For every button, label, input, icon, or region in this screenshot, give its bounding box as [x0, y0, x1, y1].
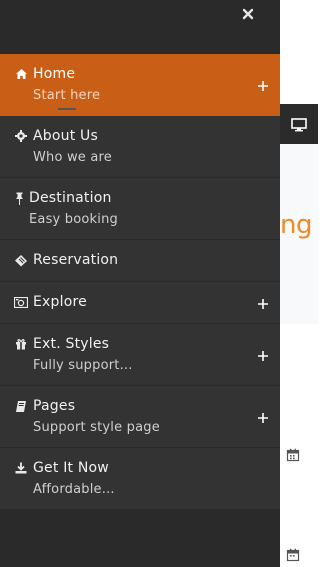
menu-item-label: Destination	[29, 190, 112, 206]
menu-item-ext-styles[interactable]: Ext. Styles Fully support...	[0, 324, 280, 386]
menu-item-pages[interactable]: Pages Support style page	[0, 386, 280, 448]
menu-item-label: Explore	[33, 294, 87, 310]
gear-icon	[14, 129, 28, 143]
menu-item-subtitle: Start here	[33, 88, 101, 103]
menu-item-label: Get It Now	[33, 460, 109, 476]
plus-icon[interactable]	[256, 348, 270, 362]
plus-icon[interactable]	[256, 410, 270, 424]
download-icon	[14, 461, 28, 475]
menu-item-about-us[interactable]: About Us Who we are	[0, 116, 280, 178]
active-indicator	[58, 108, 76, 110]
plus-icon[interactable]	[256, 78, 270, 92]
menu-item-subtitle: Affordable...	[33, 482, 115, 497]
menu-item-destination[interactable]: Destination Easy booking	[0, 178, 280, 240]
menu-header	[0, 0, 280, 54]
book-icon	[14, 399, 28, 413]
pin-icon	[14, 191, 24, 205]
menu-item-label: Pages	[33, 398, 76, 414]
home-icon	[14, 67, 28, 81]
menu-item-subtitle: Fully support...	[33, 358, 133, 373]
monitor-icon[interactable]	[291, 117, 307, 132]
camera-icon	[14, 295, 28, 309]
calendar-icon	[286, 547, 300, 562]
menu-item-reservation[interactable]: Reservation	[0, 240, 280, 282]
offcanvas-menu: Home Start here About Us Who we are Dest…	[0, 0, 280, 567]
menu-item-label: Home	[33, 66, 76, 82]
plus-icon[interactable]	[256, 296, 270, 310]
close-button[interactable]	[240, 6, 256, 22]
menu-item-label: Reservation	[33, 252, 119, 268]
background-heading-fragment: ng	[280, 210, 312, 240]
menu-list: Home Start here About Us Who we are Dest…	[0, 54, 280, 510]
menu-item-label: Ext. Styles	[33, 336, 110, 352]
gift-icon	[14, 337, 28, 351]
menu-item-subtitle: Easy booking	[29, 212, 118, 227]
close-icon	[242, 8, 254, 20]
menu-item-label: About Us	[33, 128, 98, 144]
menu-item-explore[interactable]: Explore	[0, 282, 280, 324]
ticket-icon	[14, 253, 28, 267]
menu-item-subtitle: Who we are	[33, 150, 112, 165]
menu-footer	[0, 510, 280, 567]
calendar-icon	[286, 447, 300, 462]
menu-item-home[interactable]: Home Start here	[0, 54, 280, 116]
menu-item-subtitle: Support style page	[33, 420, 160, 435]
menu-item-get-it-now[interactable]: Get It Now Affordable...	[0, 448, 280, 510]
